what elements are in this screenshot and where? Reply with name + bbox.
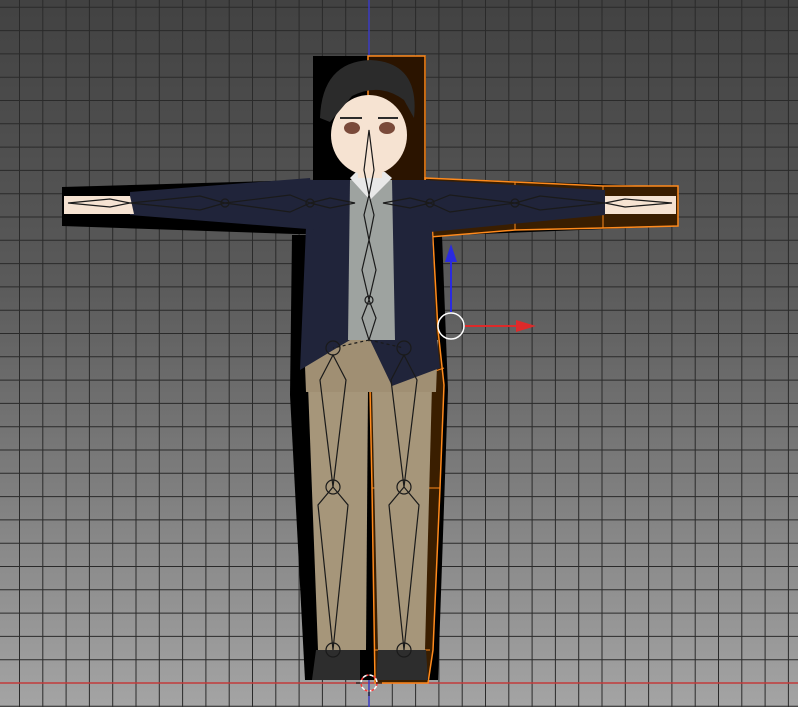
3d-viewport[interactable] [0, 0, 798, 707]
gizmo-z-arrow-icon[interactable] [445, 244, 457, 262]
scene-canvas[interactable] [0, 0, 798, 707]
gizmo-x-arrow-icon[interactable] [516, 320, 536, 332]
transform-gizmo[interactable] [437, 244, 536, 340]
